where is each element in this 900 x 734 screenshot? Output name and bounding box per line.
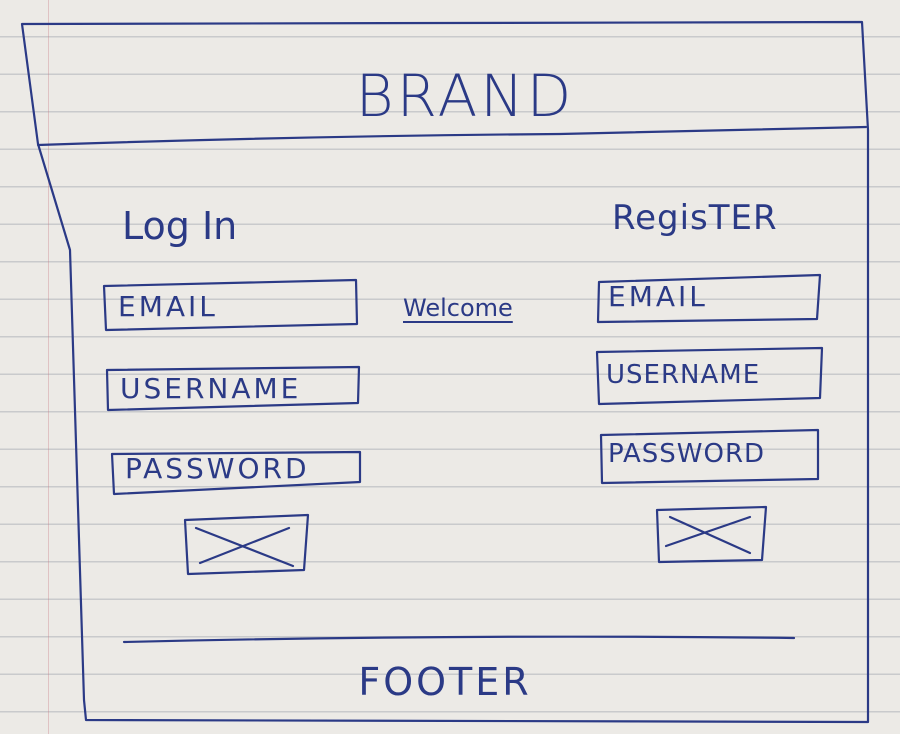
register-username-field[interactable]: USERNAME bbox=[606, 360, 760, 390]
login-password-field[interactable]: PASSWORD bbox=[125, 452, 310, 485]
footer-label: FOOTER bbox=[358, 660, 532, 704]
login-title: Log In bbox=[122, 204, 238, 248]
login-email-field[interactable]: EMAIL bbox=[118, 290, 218, 323]
footer-divider bbox=[122, 635, 796, 644]
login-submit-button[interactable] bbox=[185, 515, 308, 574]
welcome-link[interactable]: Welcome bbox=[403, 294, 513, 322]
register-submit-button[interactable] bbox=[657, 507, 766, 562]
login-username-field[interactable]: USERNAME bbox=[120, 372, 301, 405]
register-email-field[interactable]: EMAIL bbox=[608, 280, 708, 313]
brand-title: BRAND bbox=[355, 62, 575, 130]
register-password-field[interactable]: PASSWORD bbox=[608, 439, 765, 469]
register-title: RegisTER bbox=[612, 198, 778, 238]
